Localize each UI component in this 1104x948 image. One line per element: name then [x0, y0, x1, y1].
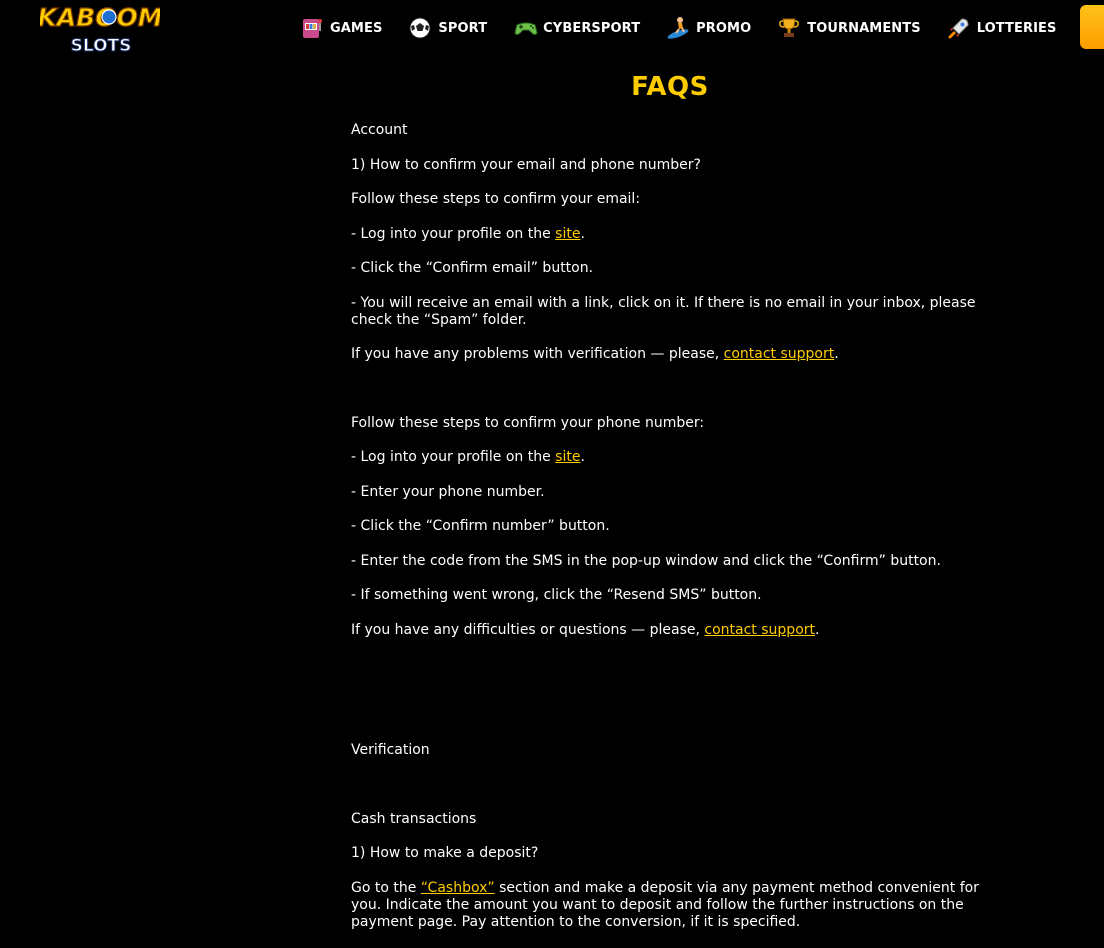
site-link[interactable]: site — [555, 226, 580, 242]
trophy-icon — [777, 16, 801, 40]
faq-question: 1) How to confirm your email and phone n… — [351, 156, 701, 173]
section-heading-cash: Cash transactions — [351, 810, 477, 827]
faq-content: Account 1) How to confirm your email and… — [351, 122, 1001, 948]
bomb-icon — [101, 9, 117, 25]
note-text-end: . — [815, 621, 820, 638]
section-heading-account: Account — [351, 122, 408, 138]
phone-step-1: - Log into your profile on the site. — [351, 449, 1001, 466]
nav-item-lotteries[interactable]: LOTTERIES — [947, 14, 1057, 42]
site-link[interactable]: site — [555, 449, 580, 465]
soccer-ball-icon — [408, 16, 432, 40]
gamepad-icon — [513, 16, 538, 40]
kaboom-slots-logo[interactable]: KABOOM SLOTS — [37, 0, 163, 56]
phone-step-3: - Click the “Confirm number” button. — [351, 518, 610, 534]
email-step-3: - You will receive an email with a link,… — [351, 294, 976, 328]
nav-item-tournaments[interactable]: TOURNAMENTS — [777, 14, 921, 42]
rocket-icon — [947, 16, 971, 40]
nav-label-tournaments: TOURNAMENTS — [807, 20, 921, 36]
cashbox-link[interactable]: “Cashbox” — [421, 880, 495, 896]
email-step-2: - Click the “Confirm email” button. — [351, 260, 594, 276]
phone-support-note: If you have any difficulties or question… — [351, 622, 1001, 639]
nav-label-lotteries: LOTTERIES — [976, 20, 1057, 36]
phone-steps-intro: Follow these steps to confirm your phone… — [351, 414, 705, 431]
step-text-end: . — [580, 449, 585, 465]
slot-machine-icon — [300, 16, 324, 40]
faq-question: 1) How to make a deposit? — [351, 845, 539, 861]
nav-item-games[interactable]: GAMES — [300, 14, 382, 42]
logo-line1: KABOOM — [40, 3, 160, 32]
phone-step-2: - Enter your phone number. — [351, 483, 545, 500]
note-text: If you have any difficulties or question… — [351, 621, 705, 638]
nav-label-promo: PROMO — [696, 20, 752, 36]
nav-item-promo[interactable]: PROMO — [666, 14, 751, 42]
contact-support-link[interactable]: contact support — [724, 346, 835, 362]
phone-step-5: - If something went wrong, click the “Re… — [351, 587, 762, 603]
email-step-1: - Log into your profile on the site. — [351, 226, 1001, 243]
step-text: - Log into your profile on the — [351, 449, 556, 465]
site-header: KABOOM SLOTS GAMES SPORT CYBERSPORT PROM… — [0, 0, 1104, 58]
deposit-answer: Go to the “Cashbox” section and make a d… — [351, 880, 1001, 931]
main-nav: GAMES SPORT CYBERSPORT PROMO TOURNAMENTS… — [300, 14, 1083, 42]
logo-line2: SLOTS — [71, 36, 132, 56]
surfer-icon — [666, 16, 690, 40]
logo-graphic: KABOOM SLOTS — [37, 2, 163, 56]
header-action-button[interactable] — [1080, 5, 1104, 49]
step-text: - Log into your profile on the — [351, 225, 556, 242]
answer-text: Go to the — [351, 879, 421, 896]
email-support-note: If you have any problems with verificati… — [351, 346, 1001, 363]
section-heading-verification: Verification — [351, 742, 430, 758]
email-steps-intro: Follow these steps to confirm your email… — [351, 191, 641, 207]
nav-label-sport: SPORT — [438, 20, 488, 36]
contact-support-link[interactable]: contact support — [704, 622, 815, 638]
step-text-end: . — [580, 225, 585, 242]
note-text-end: . — [834, 346, 839, 362]
nav-item-sport[interactable]: SPORT — [408, 14, 487, 42]
page-title: FAQS — [631, 72, 709, 102]
nav-item-cybersport[interactable]: CYBERSPORT — [513, 14, 640, 42]
nav-label-games: GAMES — [330, 20, 383, 36]
nav-label-cybersport: CYBERSPORT — [543, 20, 641, 36]
phone-step-4: - Enter the code from the SMS in the pop… — [351, 552, 941, 569]
note-text: If you have any problems with verificati… — [351, 346, 724, 362]
